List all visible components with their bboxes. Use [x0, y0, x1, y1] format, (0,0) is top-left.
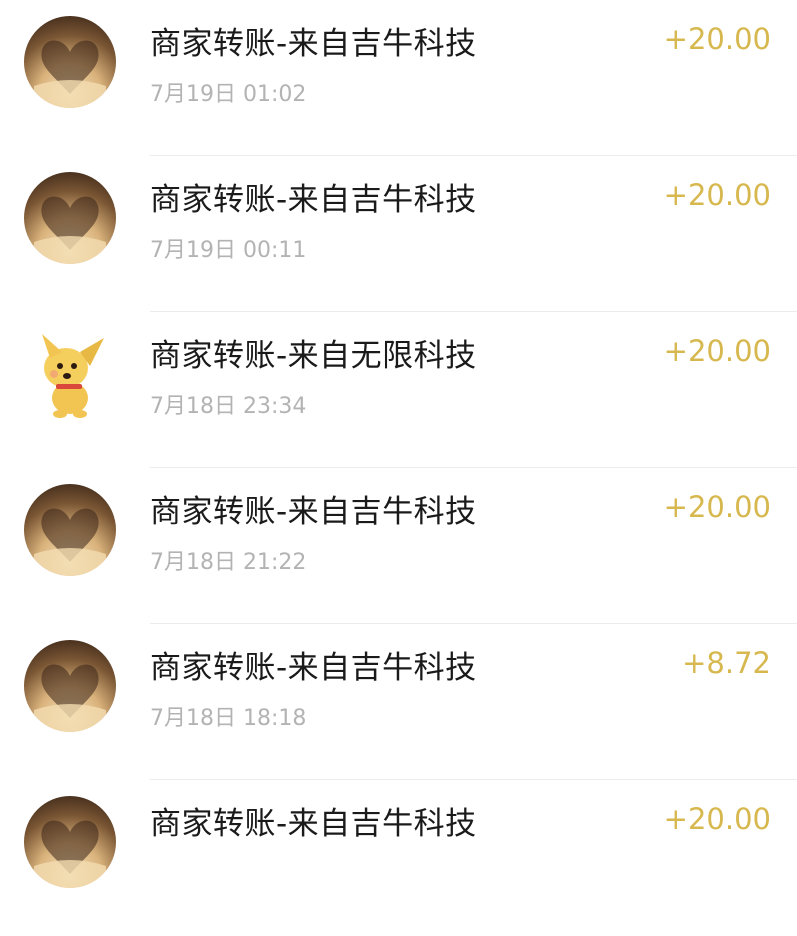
transaction-title: 商家转账-来自无限科技	[150, 338, 477, 374]
book-heart-avatar	[24, 796, 116, 888]
transaction-amount: +20.00	[663, 334, 771, 368]
transaction-list: 商家转账-来自吉牛科技 7月19日 01:02 +20.00 商家转账-来自吉牛…	[0, 0, 797, 888]
transaction-row[interactable]: 商家转账-来自吉牛科技 7月19日 00:11 +20.00	[0, 156, 797, 312]
cartoon-dog-avatar	[24, 328, 116, 420]
transaction-amount: +20.00	[663, 490, 771, 524]
transaction-row[interactable]: 商家转账-来自吉牛科技 7月19日 01:02 +20.00	[0, 0, 797, 156]
transaction-time: 7月18日 18:18	[150, 706, 307, 731]
transaction-title: 商家转账-来自吉牛科技	[150, 494, 477, 530]
transaction-row[interactable]: 商家转账-来自吉牛科技 7月18日 21:22 +20.00	[0, 468, 797, 624]
transaction-time: 7月18日 23:34	[150, 394, 307, 419]
book-heart-avatar	[24, 484, 116, 576]
transaction-title: 商家转账-来自吉牛科技	[150, 182, 477, 218]
transaction-row[interactable]: 商家转账-来自无限科技 7月18日 23:34 +20.00	[0, 312, 797, 468]
transaction-time: 7月19日 01:02	[150, 82, 307, 107]
transaction-amount: +20.00	[663, 22, 771, 56]
transaction-amount: +8.72	[682, 646, 771, 680]
book-heart-avatar	[24, 172, 116, 264]
transaction-row[interactable]: 商家转账-来自吉牛科技 +20.00	[0, 780, 797, 936]
transaction-title: 商家转账-来自吉牛科技	[150, 26, 477, 62]
transaction-amount: +20.00	[663, 802, 771, 836]
transaction-row[interactable]: 商家转账-来自吉牛科技 7月18日 18:18 +8.72	[0, 624, 797, 780]
book-heart-avatar	[24, 16, 116, 108]
transaction-time: 7月19日 00:11	[150, 238, 307, 263]
transaction-time: 7月18日 21:22	[150, 550, 307, 575]
book-heart-avatar	[24, 640, 116, 732]
transaction-title: 商家转账-来自吉牛科技	[150, 806, 477, 842]
transaction-amount: +20.00	[663, 178, 771, 212]
transaction-title: 商家转账-来自吉牛科技	[150, 650, 477, 686]
